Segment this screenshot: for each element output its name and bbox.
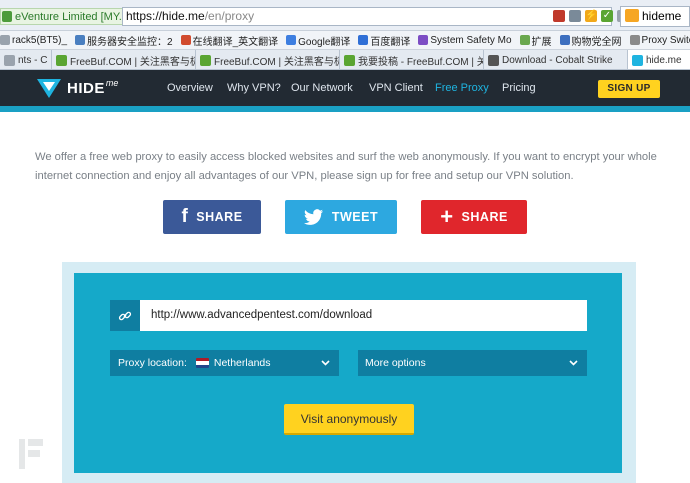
hideme-logo[interactable]: HIDE me — [36, 77, 118, 99]
tab[interactable]: FreeBuf.COM | 关注黑客与极 — [52, 50, 196, 69]
bookmark-item[interactable]: System Safety Mo — [418, 34, 512, 46]
proxy-location-select[interactable]: Proxy location: Netherlands — [110, 350, 339, 376]
nav-our-network[interactable]: Our Network — [291, 82, 353, 94]
netherlands-flag-icon — [195, 358, 209, 368]
more-options-label: More options — [365, 357, 426, 369]
link-icon — [110, 300, 140, 331]
header-stripe — [0, 106, 690, 112]
facebook-icon: f — [181, 206, 189, 227]
tab-label: FreeBuf.COM | 关注黑客与极 — [214, 56, 340, 68]
bookmark-label: 服务器安全监控：2 — [87, 36, 173, 48]
chevron-down-icon — [569, 360, 578, 366]
tab-favicon-icon — [488, 54, 499, 66]
twitter-bird-icon — [303, 209, 323, 225]
freebuf-logo-icon — [19, 439, 43, 469]
search-text: hideme — [642, 9, 682, 23]
bookmark-favicon-icon — [0, 35, 10, 45]
signup-button[interactable]: SIGN UP — [598, 80, 660, 98]
check-icon[interactable]: ✓ — [601, 10, 613, 22]
bookmark-favicon-icon — [75, 35, 86, 45]
twitter-tweet-label: TWEET — [331, 210, 379, 224]
nav-pricing[interactable]: Pricing — [502, 82, 536, 94]
facebook-share-label: SHARE — [196, 210, 243, 224]
nav-overview[interactable]: Overview — [167, 82, 213, 94]
bookmark-label: System Safety Mo — [430, 34, 512, 46]
bookmark-label: rack5(BT5)_ — [12, 34, 68, 46]
tab-favicon-icon — [632, 54, 643, 66]
bookmarks-bar: rack5(BT5)_ 服务器安全监控：2 在线翻译_英文翻译 Google翻译 百度翻… — [0, 31, 690, 50]
tab-favicon-icon — [4, 54, 15, 66]
url-input[interactable]: https://hide.me/en/proxy — [122, 7, 612, 26]
bookmark-item[interactable]: 购物党全网 — [559, 33, 622, 48]
bookmark-favicon-icon — [519, 35, 530, 45]
bookmark-favicon-icon — [286, 35, 297, 45]
proxy-url-field[interactable]: http://www.advancedpentest.com/download — [110, 300, 587, 331]
tab[interactable]: FreeBuf.COM | 关注黑客与极 — [196, 50, 340, 69]
site-identity-label: eVenture Limited [MY... — [15, 10, 128, 23]
bookmark-item[interactable]: 服务器安全监控：2 — [75, 33, 173, 48]
bookmark-label: 在线翻译_英文翻译 — [192, 36, 279, 48]
search-engine-icon — [625, 9, 639, 22]
plus-share-button[interactable]: + SHARE — [421, 200, 527, 234]
visit-anonymously-button[interactable]: Visit anonymously — [284, 404, 414, 435]
site-identity-badge[interactable]: eVenture Limited [MY... — [0, 8, 132, 25]
bookmark-item[interactable]: 在线翻译_英文翻译 — [180, 33, 279, 48]
tab-favicon-icon — [344, 54, 355, 66]
logo-superscript: me — [105, 78, 119, 88]
lightning-icon[interactable]: ⚡ — [585, 10, 597, 22]
bookmark-item[interactable]: 扩展 — [519, 33, 552, 48]
bookmark-label: Proxy Switc — [641, 34, 690, 46]
proxy-location-value: Netherlands — [213, 357, 271, 369]
logo-mark-icon — [37, 79, 61, 98]
tab-favicon-icon — [200, 54, 211, 66]
tab-active[interactable]: hide.me — [628, 50, 690, 69]
bookmark-label: 扩展 — [531, 36, 552, 48]
logo-text: HIDE — [67, 79, 105, 97]
bookmark-favicon-icon — [358, 35, 369, 45]
bookmark-item[interactable]: Google翻译 — [286, 33, 350, 48]
facebook-share-button[interactable]: f SHARE — [163, 200, 261, 234]
tab[interactable]: 我要投稿 - FreeBuf.COM | 关 — [340, 50, 484, 69]
address-bar-icons: ⚡ ✓ ▾ — [553, 10, 629, 22]
tab-strip: nts - C FreeBuf.COM | 关注黑客与极 FreeBuf.COM |… — [0, 50, 690, 70]
bookmark-label: Google翻译 — [298, 36, 351, 48]
lock-icon — [2, 11, 12, 22]
tab-label: Download - Cobalt Strike — [502, 54, 613, 66]
tab-label: nts - C — [18, 54, 48, 66]
url-path: /en/proxy — [204, 9, 255, 23]
tab-label: hide.me — [646, 54, 682, 66]
search-input[interactable]: hideme — [620, 6, 690, 27]
tab[interactable]: nts - C — [0, 50, 52, 69]
bookmark-favicon-icon — [418, 35, 429, 45]
bookmark-label: 百度翻译 — [370, 36, 411, 48]
feed-icon[interactable] — [553, 10, 565, 22]
nav-why-vpn[interactable]: Why VPN? — [227, 82, 281, 94]
browser-window: eVenture Limited [MY... https://hide.me/… — [0, 0, 690, 483]
intro-text: We offer a free web proxy to easily acce… — [35, 151, 657, 182]
tab-label: FreeBuf.COM | 关注黑客与极 — [70, 56, 196, 68]
tab[interactable]: Download - Cobalt Strike — [484, 50, 628, 69]
plus-icon: + — [440, 204, 454, 229]
freebuf-watermark — [19, 434, 43, 474]
more-options-select[interactable]: More options — [358, 350, 587, 376]
bookmark-favicon-icon — [629, 35, 640, 45]
proxy-location-label: Proxy location: — [118, 357, 187, 369]
url-host: https://hide.me — [126, 9, 205, 23]
bookmark-label: 购物党全网 — [571, 36, 622, 48]
bookmark-item[interactable]: Proxy Switc — [629, 34, 690, 46]
plus-share-label: SHARE — [461, 210, 508, 224]
bookmark-favicon-icon — [559, 35, 570, 45]
chevron-down-icon — [321, 360, 330, 366]
twitter-tweet-button[interactable]: TWEET — [285, 200, 397, 234]
tab-label: 我要投稿 - FreeBuf.COM | 关 — [358, 56, 484, 68]
nav-vpn-client[interactable]: VPN Client — [369, 82, 423, 94]
tab-favicon-icon — [56, 54, 67, 66]
bookmark-item[interactable]: 百度翻译 — [358, 33, 410, 48]
nav-free-proxy[interactable]: Free Proxy — [435, 82, 489, 94]
bookmark-item[interactable]: rack5(BT5)_ — [0, 35, 67, 46]
proxy-url-value: http://www.advancedpentest.com/download — [151, 309, 373, 321]
bookmark-favicon-icon — [180, 35, 191, 45]
address-bar: eVenture Limited [MY... https://hide.me/… — [0, 0, 690, 31]
grid-icon[interactable] — [569, 10, 581, 22]
